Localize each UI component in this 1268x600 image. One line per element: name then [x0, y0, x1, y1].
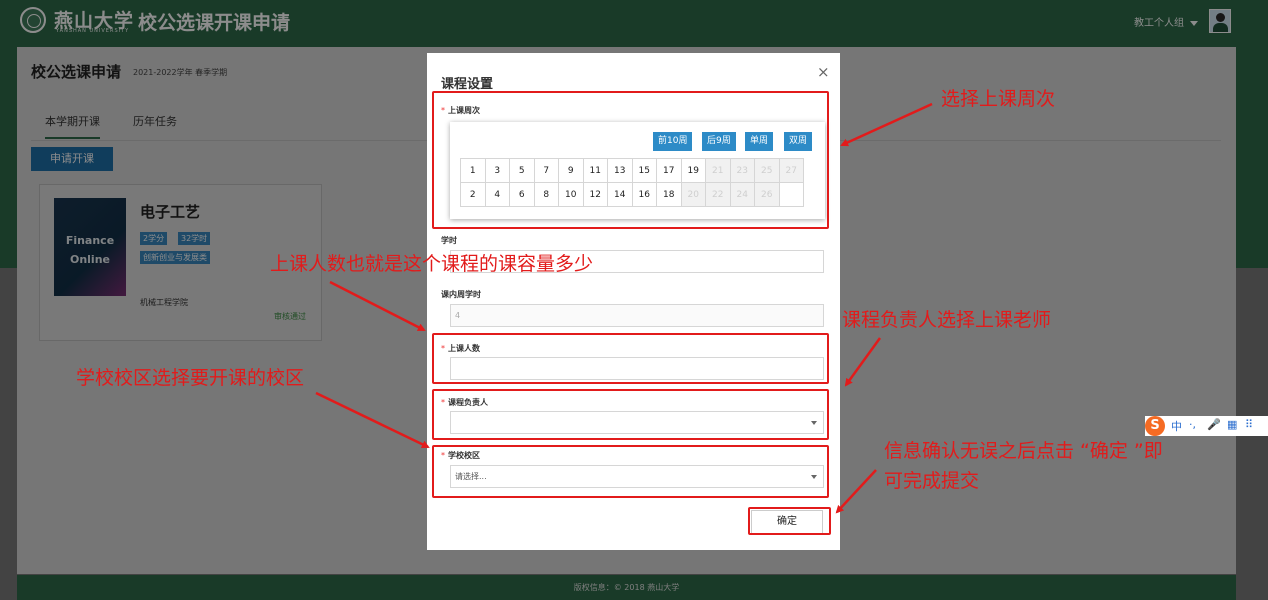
arrow-teacher — [844, 337, 882, 387]
ime-keyboard-icon[interactable]: ▦ — [1227, 418, 1237, 431]
ime-apps-icon[interactable]: ⠿ — [1245, 418, 1253, 431]
ime-toolbar[interactable]: S 中 ·, 🎤 ▦ ⠿ — [1145, 416, 1268, 436]
ime-mic-icon[interactable]: 🎤 — [1207, 418, 1221, 431]
arrow-capacity — [329, 280, 426, 332]
arrow-campus — [315, 391, 430, 449]
ime-lang-toggle[interactable]: 中 — [1171, 418, 1182, 434]
arrow-confirm — [835, 469, 877, 514]
annotation-arrows — [315, 102, 933, 514]
ime-logo-icon[interactable]: S — [1145, 416, 1165, 436]
ime-punctuation-icon[interactable]: ·, — [1189, 418, 1196, 431]
arrow-weeks — [840, 102, 933, 147]
